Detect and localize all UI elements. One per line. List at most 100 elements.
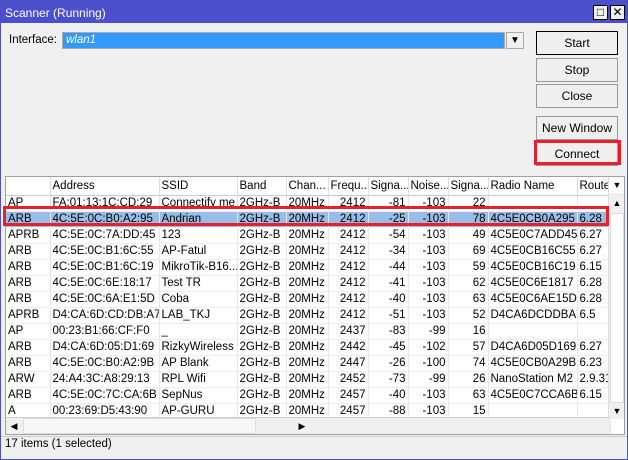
table-row[interactable]: ARB 4C:5E:0C:6A:E1:5D Coba 2GHz-B 20MHz 2412-… bbox=[6, 291, 611, 308]
cell-radio-name: 4C5E0CB0A295 bbox=[488, 211, 578, 228]
cell-noise-floor: -99 bbox=[408, 371, 449, 388]
cell-frequency: 2412 bbox=[328, 243, 369, 260]
column-header-channel-width[interactable]: Chan... bbox=[286, 177, 329, 196]
column-header-signal-strength[interactable]: Signa... bbox=[368, 177, 409, 196]
table-row[interactable]: APRB 4C:5E:0C:7A:DD:45 123 2GHz-B 20MHz 2412-… bbox=[6, 227, 611, 244]
status-bar: 17 items (1 selected) bbox=[5, 438, 112, 450]
column-header-band[interactable]: Band bbox=[237, 177, 287, 196]
cell-routeros-version: 6.28 bbox=[577, 291, 611, 308]
cell-noise-floor: -100 bbox=[408, 355, 449, 372]
table-row[interactable]: ARB 4C:5E:0C:6E:18:17 Test TR 2GHz-B 20MHz 24… bbox=[6, 275, 611, 292]
cell-ssid: LAB_TKJ bbox=[159, 307, 238, 324]
cell-type: ARW bbox=[6, 371, 51, 388]
scroll-down-icon[interactable]: ▼ bbox=[609, 403, 624, 419]
chevron-down-icon[interactable]: ▼ bbox=[506, 32, 524, 49]
cell-ssid: Andrian bbox=[159, 211, 238, 228]
scroll-up-icon[interactable]: ▲ bbox=[609, 195, 624, 211]
cell-type: AP bbox=[6, 195, 51, 212]
stop-button[interactable]: Stop bbox=[536, 58, 618, 82]
cell-type: APRB bbox=[6, 227, 51, 244]
cell-frequency: 2412 bbox=[328, 211, 369, 228]
cell-type: ARB bbox=[6, 243, 51, 260]
cell-channel-width: 20MHz bbox=[286, 323, 329, 340]
table-row[interactable]: ARB 4C:5E:0C:7C:CA:6B SepNus 2GHz-B 20MHz 245… bbox=[6, 387, 611, 404]
column-header-signal-to-noise[interactable]: Signa... bbox=[448, 177, 489, 196]
scroll-left-icon[interactable]: ◀ bbox=[6, 418, 22, 434]
cell-type: ARB bbox=[6, 387, 51, 404]
cell-radio-name bbox=[488, 323, 578, 340]
column-header-routeros-version[interactable]: Route bbox=[577, 177, 611, 196]
cell-frequency: 2412 bbox=[328, 259, 369, 276]
cell-signal-strength: -26 bbox=[368, 355, 409, 372]
hscroll-thumb[interactable] bbox=[23, 418, 256, 434]
cell-signal-to-noise: 63 bbox=[448, 387, 489, 404]
cell-band: 2GHz-B bbox=[237, 227, 287, 244]
column-header-address[interactable]: Address bbox=[50, 177, 160, 196]
cell-frequency: 2457 bbox=[328, 387, 369, 404]
cell-band: 2GHz-B bbox=[237, 323, 287, 340]
cell-ssid: SepNus bbox=[159, 387, 238, 404]
cell-signal-strength: -44 bbox=[368, 259, 409, 276]
cell-frequency: 2447 bbox=[328, 355, 369, 372]
table-row[interactable]: ARB 4C:5E:0C:B1:6C:55 AP-Fatul 2GHz-B 20MHz 2… bbox=[6, 243, 611, 260]
new-window-button[interactable]: New Window bbox=[536, 116, 618, 140]
connect-button[interactable]: Connect bbox=[536, 142, 618, 166]
cell-frequency: 2412 bbox=[328, 291, 369, 308]
cell-channel-width: 20MHz bbox=[286, 307, 329, 324]
title-bar[interactable]: Scanner (Running) bbox=[1, 1, 627, 23]
cell-radio-name: NanoStation M2 bbox=[488, 371, 578, 388]
cell-radio-name: 4C5E0C7ADD45 bbox=[488, 227, 578, 244]
horizontal-scrollbar[interactable]: ◀ ▶ bbox=[6, 417, 610, 434]
cell-signal-strength: -81 bbox=[368, 195, 409, 212]
cell-radio-name: 4C5E0C6E1817 bbox=[488, 275, 578, 292]
interface-select[interactable]: wlan1 bbox=[62, 32, 505, 49]
cell-noise-floor: -103 bbox=[408, 259, 449, 276]
column-header-ssid[interactable]: SSID bbox=[159, 177, 238, 196]
cell-signal-strength: -83 bbox=[368, 323, 409, 340]
cell-band: 2GHz-B bbox=[237, 291, 287, 308]
column-header-noise-floor[interactable]: Noise... bbox=[408, 177, 449, 196]
cell-ssid: MikroTik-B16... bbox=[159, 259, 238, 276]
maximize-icon[interactable]: □ bbox=[593, 5, 608, 20]
table-row[interactable]: ARB D4:CA:6D:05:D1:69 RizkyWireless 2GHz-B 2… bbox=[6, 339, 611, 356]
scroll-thumb[interactable] bbox=[610, 213, 624, 403]
column-header-frequency[interactable]: Frequ... bbox=[328, 177, 369, 196]
table-row[interactable]: ARB 4C:5E:0C:B1:6C:19 MikroTik-B16... 2GHz-… bbox=[6, 259, 611, 276]
cell-radio-name bbox=[488, 195, 578, 212]
cell-signal-strength: -40 bbox=[368, 387, 409, 404]
table-row[interactable]: AP 00:23:B1:66:CF:F0 _ 2GHz-B 20MHz 2437 -83 -9… bbox=[6, 323, 611, 340]
cell-signal-strength: -45 bbox=[368, 339, 409, 356]
table-row[interactable]: AP FA:01:13:1C:CD:29 Connectify me 2GHz-B 20… bbox=[6, 195, 611, 212]
cell-band: 2GHz-B bbox=[237, 371, 287, 388]
cell-radio-name: 4C5E0CB16C55 bbox=[488, 243, 578, 260]
column-header-type[interactable] bbox=[6, 177, 51, 196]
table-row[interactable]: ARB 4C:5E:0C:B0:A2:95 Andrian 2GHz-B 20MHz 24… bbox=[6, 211, 611, 228]
cell-frequency: 2412 bbox=[328, 195, 369, 212]
cell-type: ARB bbox=[6, 355, 51, 372]
close-button[interactable]: Close bbox=[536, 84, 618, 108]
cell-band: 2GHz-B bbox=[237, 307, 287, 324]
cell-routeros-version bbox=[577, 323, 611, 340]
cell-signal-to-noise: 57 bbox=[448, 339, 489, 356]
cell-routeros-version: 6.5 bbox=[577, 307, 611, 324]
cell-noise-floor: -99 bbox=[408, 323, 449, 340]
scanner-window: Scanner (Running) □ ✕ Interface: wlan1 ▼… bbox=[0, 0, 628, 460]
cell-routeros-version: 6.28 bbox=[577, 211, 611, 228]
cell-radio-name: 4C5E0C7CCA6B bbox=[488, 387, 578, 404]
table-row[interactable]: APRB D4:CA:6D:CD:DB:A7 LAB_TKJ 2GHz-B 20MHz 2… bbox=[6, 307, 611, 324]
cell-signal-to-noise: 59 bbox=[448, 259, 489, 276]
cell-address: 00:23:B1:66:CF:F0 bbox=[50, 323, 160, 340]
cell-signal-to-noise: 69 bbox=[448, 243, 489, 260]
scroll-right-icon[interactable]: ▶ bbox=[294, 418, 310, 434]
cell-channel-width: 20MHz bbox=[286, 211, 329, 228]
column-header-radio-name[interactable]: Radio Name bbox=[488, 177, 578, 196]
cell-frequency: 2412 bbox=[328, 275, 369, 292]
cell-signal-to-noise: 26 bbox=[448, 371, 489, 388]
start-button[interactable]: Start bbox=[536, 31, 618, 55]
column-menu-icon[interactable]: ▼ bbox=[609, 177, 624, 193]
table-row[interactable]: ARB 4C:5E:0C:B0:A2:9B AP Blank 2GHz-B 20MHz 2… bbox=[6, 355, 611, 372]
table-row[interactable]: ARW 24:A4:3C:A8:29:13 RPL Wifi 2GHz-B 20MHz 2… bbox=[6, 371, 611, 388]
close-icon[interactable]: ✕ bbox=[610, 5, 625, 20]
cell-ssid: RizkyWireless bbox=[159, 339, 238, 356]
vertical-scrollbar[interactable]: ▼ ▲ ▼ bbox=[608, 177, 624, 419]
